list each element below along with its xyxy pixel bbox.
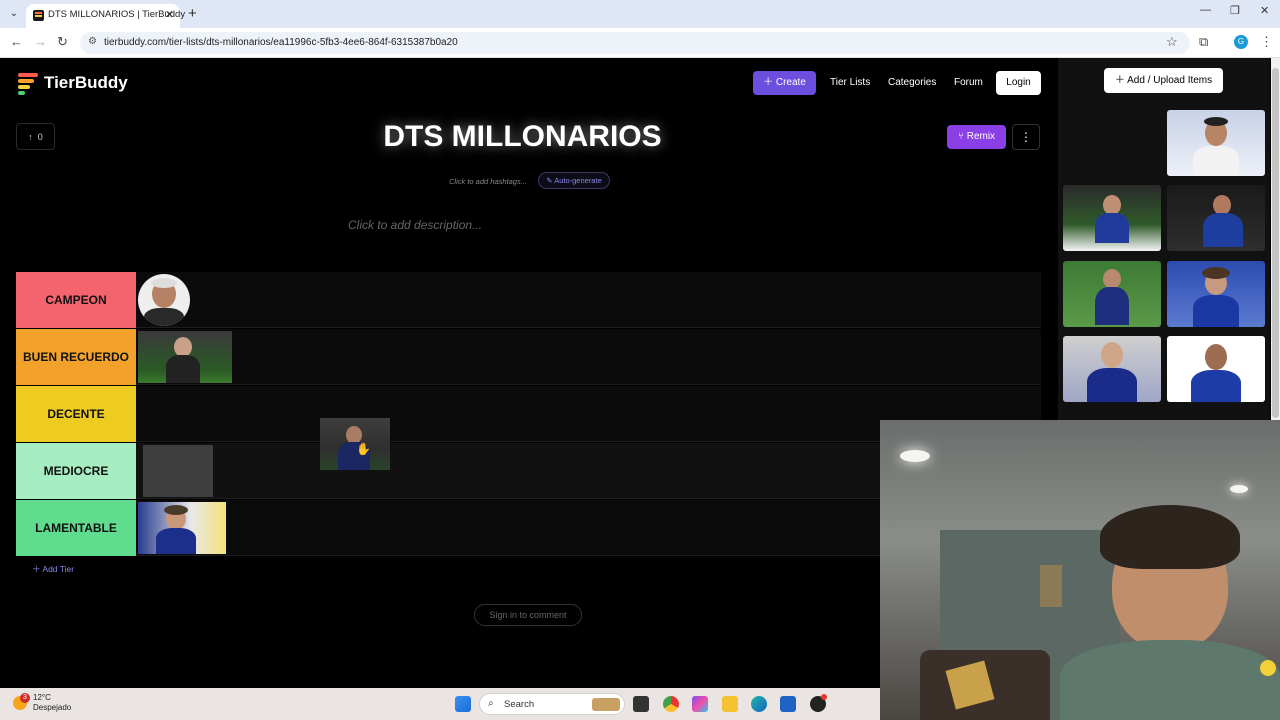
tier-row-buen-recuerdo: BUEN RECUERDO	[16, 329, 1041, 385]
ceiling-light	[1230, 485, 1248, 493]
more-options-icon[interactable]: ⋮	[1012, 124, 1040, 150]
person-hair	[1100, 505, 1240, 569]
edge-icon[interactable]	[751, 696, 767, 712]
item-thumbnail[interactable]	[1063, 185, 1161, 251]
add-upload-items-button[interactable]: ＋ Add / Upload Items	[1104, 68, 1223, 93]
tab-search-icon[interactable]: ⌄	[6, 6, 22, 22]
nav-categories[interactable]: Categories	[888, 77, 936, 88]
login-button[interactable]: Login	[996, 71, 1041, 95]
reload-icon[interactable]: ↻	[57, 34, 68, 50]
tier-item-coach[interactable]	[138, 331, 232, 383]
copilot-icon[interactable]	[692, 696, 708, 712]
item-thumbnail[interactable]	[1063, 336, 1161, 402]
picture-frame	[1040, 565, 1062, 607]
back-icon[interactable]: ←	[10, 34, 23, 49]
tier-label[interactable]: CAMPEON	[16, 272, 136, 328]
extensions-icon[interactable]: ⧉	[1199, 34, 1208, 50]
windows-start-icon[interactable]	[455, 696, 471, 712]
plus-icon: ＋	[763, 77, 776, 88]
app-badge	[821, 694, 827, 700]
close-window-icon[interactable]: ✕	[1260, 4, 1269, 17]
tier-label[interactable]: BUEN RECUERDO	[16, 329, 136, 385]
drop-placeholder	[143, 445, 213, 497]
nav-forum[interactable]: Forum	[954, 77, 983, 88]
taskbar-search[interactable]: ⌕ Search	[479, 693, 625, 715]
person-hoodie	[1060, 640, 1280, 720]
tier-item-coach[interactable]	[138, 274, 190, 326]
search-icon: ⌕	[488, 698, 494, 709]
tier-label[interactable]: MEDIOCRE	[16, 443, 136, 499]
minimize-icon[interactable]: —	[1200, 4, 1211, 16]
arrow-up-icon: ↑	[28, 132, 33, 142]
item-thumbnail[interactable]	[1167, 261, 1265, 327]
upvote-button[interactable]: ↑ 0	[16, 123, 55, 150]
autogenerate-label: Auto-generate	[554, 176, 602, 185]
profile-avatar[interactable]: G	[1234, 35, 1248, 49]
url-field[interactable]: ⚙ tierbuddy.com/tier-lists/dts-millonari…	[80, 32, 1190, 54]
site-info-icon[interactable]: ⚙	[88, 36, 97, 47]
browser-menu-icon[interactable]: ⋮	[1260, 34, 1273, 50]
weather-temperature: 12°C	[33, 693, 51, 702]
notification-badge: 3	[20, 693, 30, 703]
tab-close-icon[interactable]: ✕	[165, 8, 174, 21]
url-text[interactable]: tierbuddy.com/tier-lists/dts-millonarios…	[104, 37, 458, 48]
sign-in-to-comment-button[interactable]: Sign in to comment	[474, 604, 582, 626]
list-title[interactable]: DTS MILLONARIOS	[300, 120, 745, 154]
tierbuddy-logo-icon[interactable]	[18, 73, 38, 95]
plus-icon: ＋	[32, 564, 43, 574]
autogenerate-button[interactable]: ✎ Auto-generate	[538, 172, 610, 189]
grab-cursor-icon: ✋	[356, 442, 371, 456]
create-button[interactable]: ＋ Create	[753, 71, 816, 95]
tier-item-coach[interactable]	[138, 502, 226, 554]
weather-widget[interactable]: 12°C Despejado	[33, 693, 71, 713]
item-thumbnail[interactable]	[1167, 110, 1265, 176]
upvote-count: 0	[37, 132, 43, 142]
hashtags-field[interactable]: Click to add hashtags...	[449, 177, 527, 186]
webcam-overlay	[880, 420, 1280, 720]
tierbuddy-favicon-icon	[33, 10, 44, 21]
restore-icon[interactable]: ❐	[1230, 4, 1240, 17]
ceiling-light	[900, 450, 930, 462]
search-highlight-icon	[592, 698, 620, 711]
remix-label: Remix	[966, 131, 996, 142]
bookmark-star-icon[interactable]: ☆	[1166, 34, 1178, 50]
item-thumbnail[interactable]	[1063, 261, 1161, 327]
forward-icon[interactable]: →	[34, 34, 47, 49]
item-thumbnail[interactable]	[1167, 185, 1265, 251]
description-field[interactable]: Click to add description...	[348, 218, 482, 232]
tier-label[interactable]: LAMENTABLE	[16, 500, 136, 556]
browser-tab[interactable]: DTS MILLONARIOS | TierBuddy ✕	[26, 4, 185, 28]
upload-label: Add / Upload Items	[1127, 75, 1213, 86]
fork-icon: ⑂	[957, 131, 967, 142]
create-label: Create	[775, 77, 806, 88]
store-icon[interactable]	[780, 696, 796, 712]
dragging-item[interactable]	[320, 418, 390, 470]
taskbar-search-label: Search	[504, 699, 535, 710]
windows-taskbar: 3 12°C Despejado ⌕ Search	[0, 688, 880, 720]
file-explorer-icon[interactable]	[722, 696, 738, 712]
plus-icon: ＋	[1114, 75, 1128, 86]
tier-row-campeon: CAMPEON	[16, 272, 1041, 328]
task-view-icon[interactable]	[633, 696, 649, 712]
add-tier-label: Add Tier	[42, 564, 75, 574]
flower	[1260, 660, 1276, 676]
remix-button[interactable]: ⑂ Remix	[947, 125, 1006, 149]
new-tab-icon[interactable]: +	[188, 5, 197, 22]
chrome-icon[interactable]	[663, 696, 679, 712]
add-tier-button[interactable]: ＋ Add Tier	[32, 563, 74, 575]
brand-name[interactable]: TierBuddy	[44, 73, 128, 93]
tier-label[interactable]: DECENTE	[16, 386, 136, 442]
weather-condition: Despejado	[33, 703, 72, 712]
tag-icon: ✎	[546, 176, 555, 185]
browser-tab-bar: ⌄ DTS MILLONARIOS | TierBuddy ✕ + — ❐ ✕	[0, 0, 1280, 28]
panel-scrollbar-thumb[interactable]	[1272, 68, 1279, 418]
item-thumbnail[interactable]	[1167, 336, 1265, 402]
address-bar: ← → ↻ ⚙ tierbuddy.com/tier-lists/dts-mil…	[0, 28, 1280, 58]
nav-tier-lists[interactable]: Tier Lists	[830, 77, 870, 88]
